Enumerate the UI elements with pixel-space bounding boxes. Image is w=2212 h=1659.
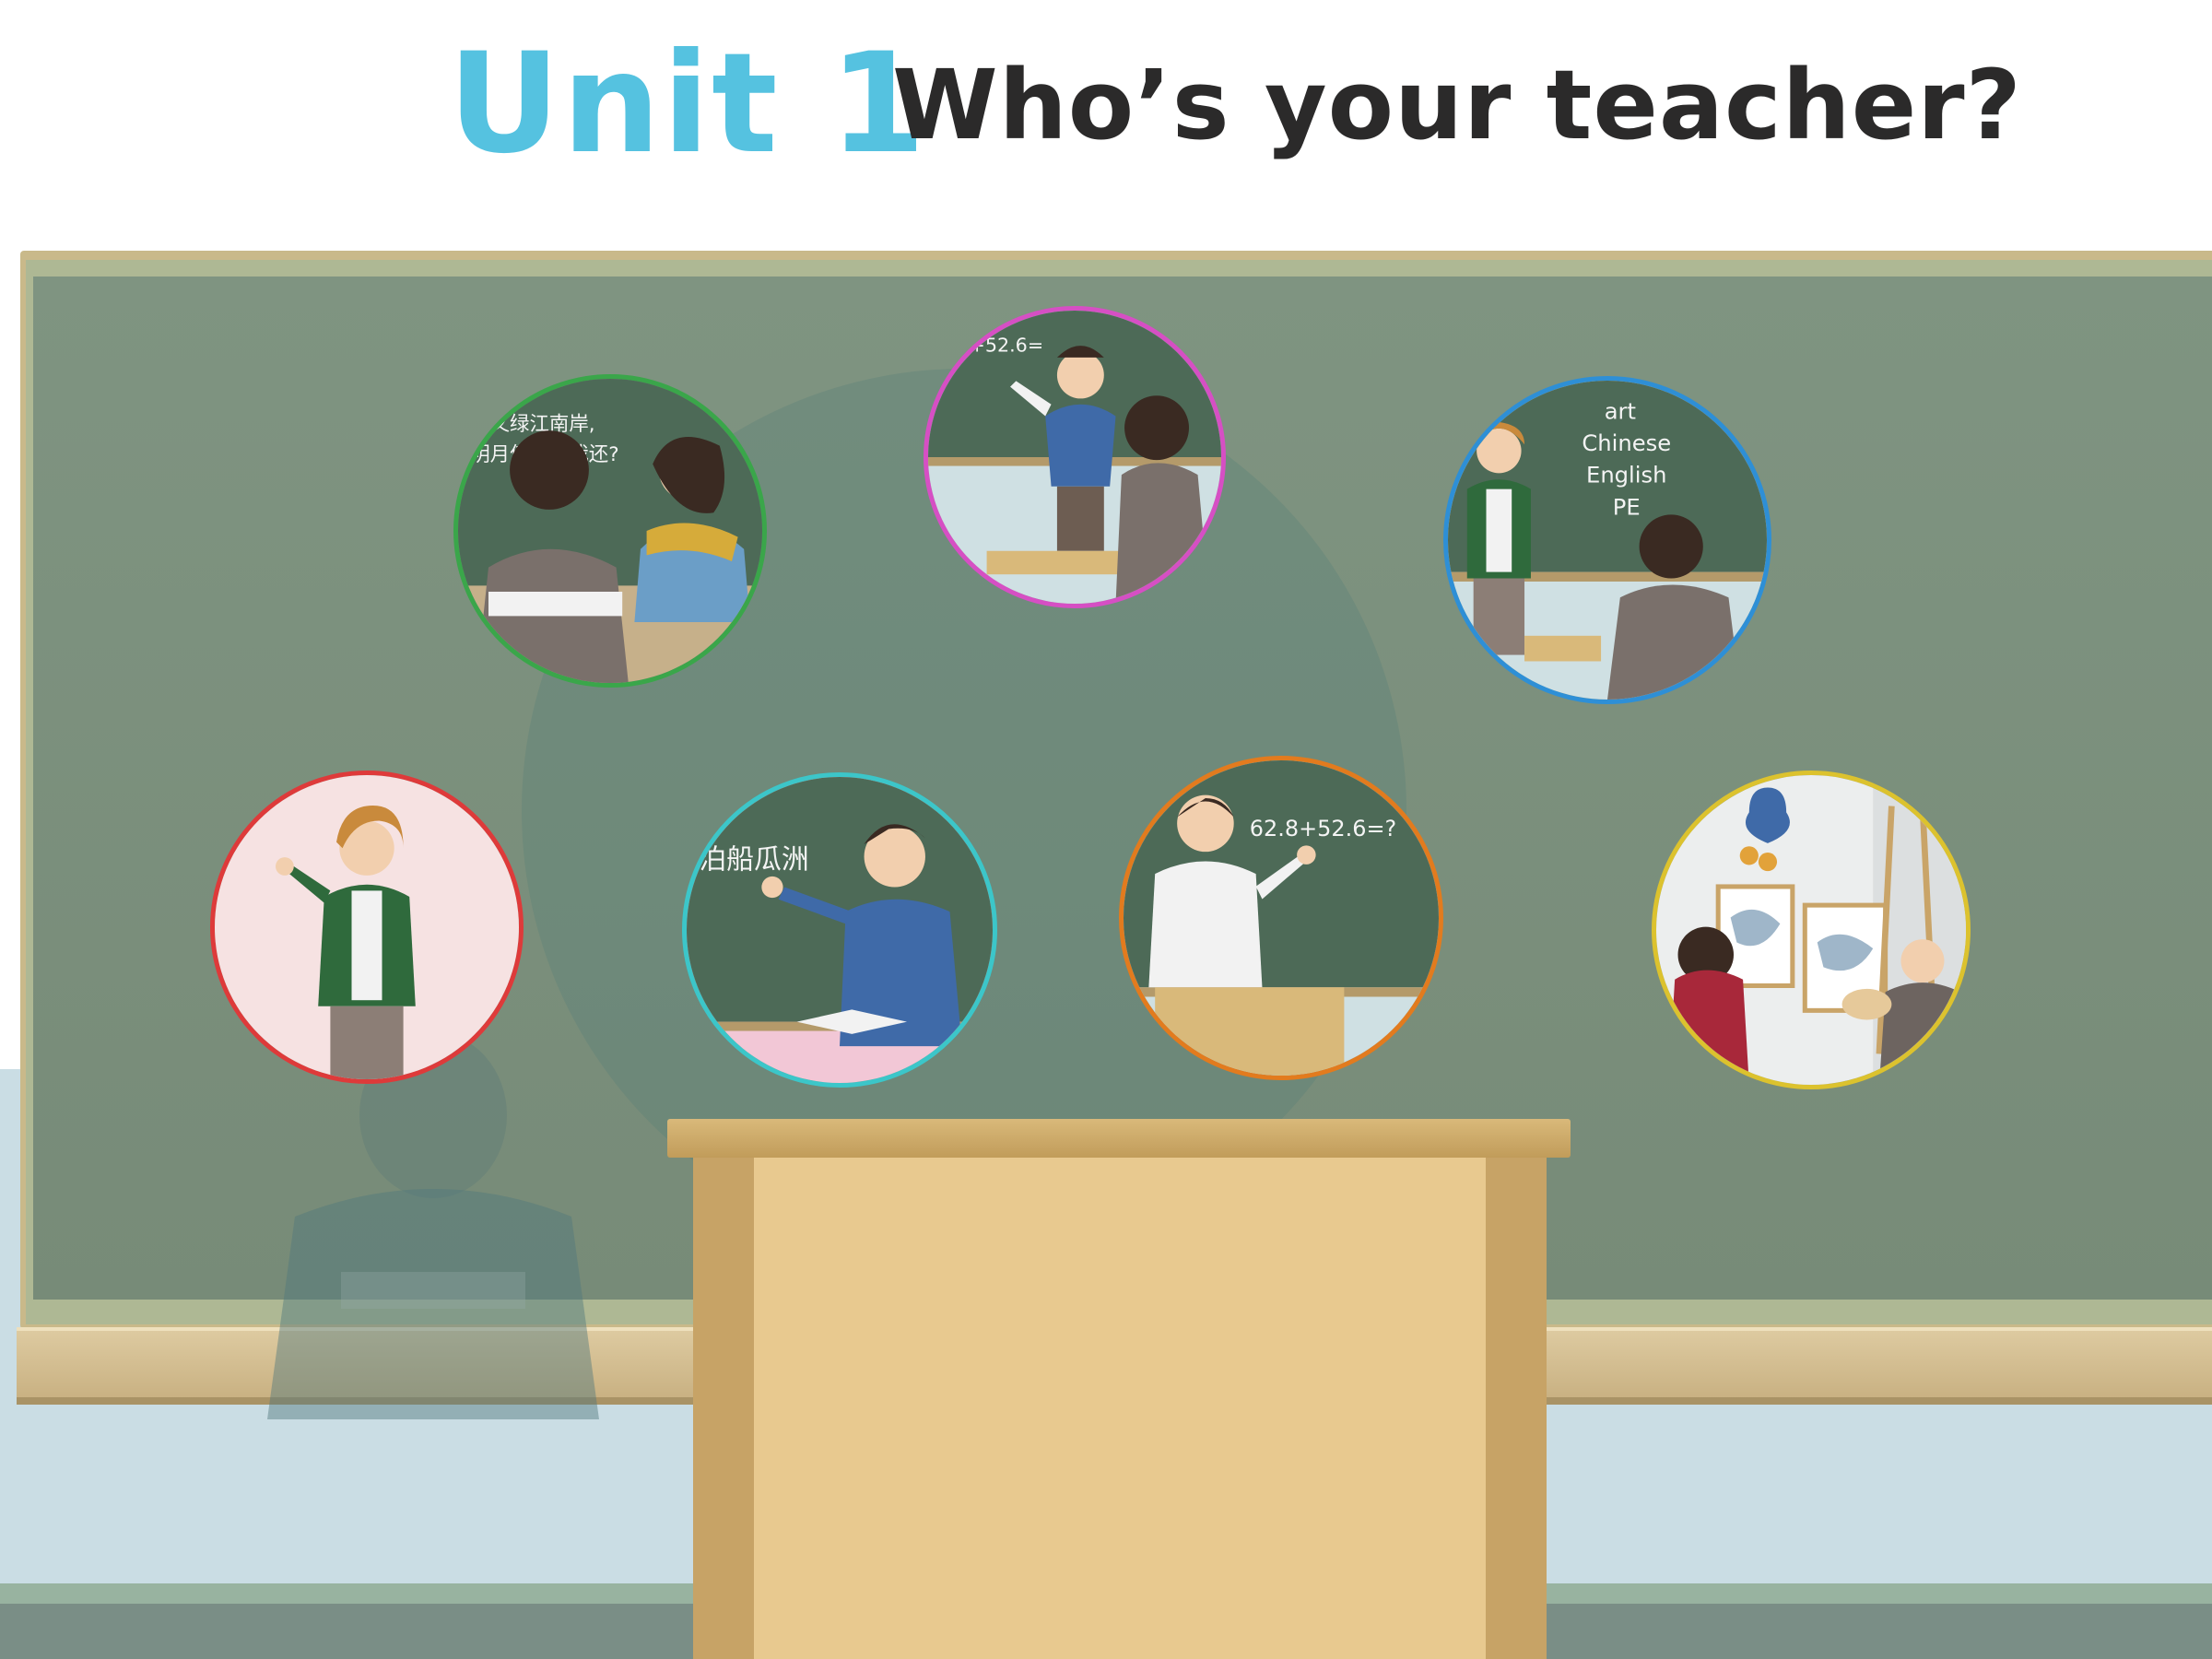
scene-math-teacher-illustration: 62.8+52.6=? <box>1124 760 1439 1076</box>
scene-art-class[interactable] <box>1652 771 1971 1089</box>
subject-chinese: Chinese <box>1582 430 1671 456</box>
board-text-math: +52.6= <box>970 335 1044 357</box>
scene-math-teacher[interactable]: 62.8+52.6=? <box>1119 756 1443 1080</box>
scene-chinese-teacher[interactable]: 泊船瓜洲 <box>682 772 997 1088</box>
scene-chinese-class[interactable]: 风又绿江南岸, 明月何时照我还? <box>453 374 767 688</box>
scene-math-class-student[interactable]: +52.6= <box>924 306 1226 608</box>
board-text-chinese: 泊船瓜洲 <box>699 844 809 877</box>
subject-english: English <box>1586 463 1666 488</box>
title-unit-number: Unit 1 <box>448 24 928 184</box>
scene-chinese-teacher-illustration: 泊船瓜洲 <box>687 777 993 1083</box>
title-question: Who’s your teacher? <box>892 49 2022 161</box>
faded-student-illustration <box>267 1032 599 1419</box>
scene-art-class-illustration <box>1656 775 1966 1085</box>
scene-subjects-board-illustration: art Chinese English PE <box>1448 381 1767 700</box>
subject-pe: PE <box>1613 494 1641 520</box>
scene-female-teacher-portrait[interactable] <box>210 771 524 1084</box>
subject-art: art <box>1605 399 1636 425</box>
scene-subjects-board[interactable]: art Chinese English PE <box>1443 376 1771 704</box>
scene-chinese-class-illustration: 风又绿江南岸, 明月何时照我还? <box>458 379 762 683</box>
podium-front-panel <box>754 1156 1486 1659</box>
board-text-math-sum: 62.8+52.6=? <box>1250 816 1396 841</box>
podium-top <box>667 1119 1571 1158</box>
scene-female-teacher-illustration <box>215 775 519 1079</box>
scene-math-class-student-illustration: +52.6= <box>928 311 1221 604</box>
